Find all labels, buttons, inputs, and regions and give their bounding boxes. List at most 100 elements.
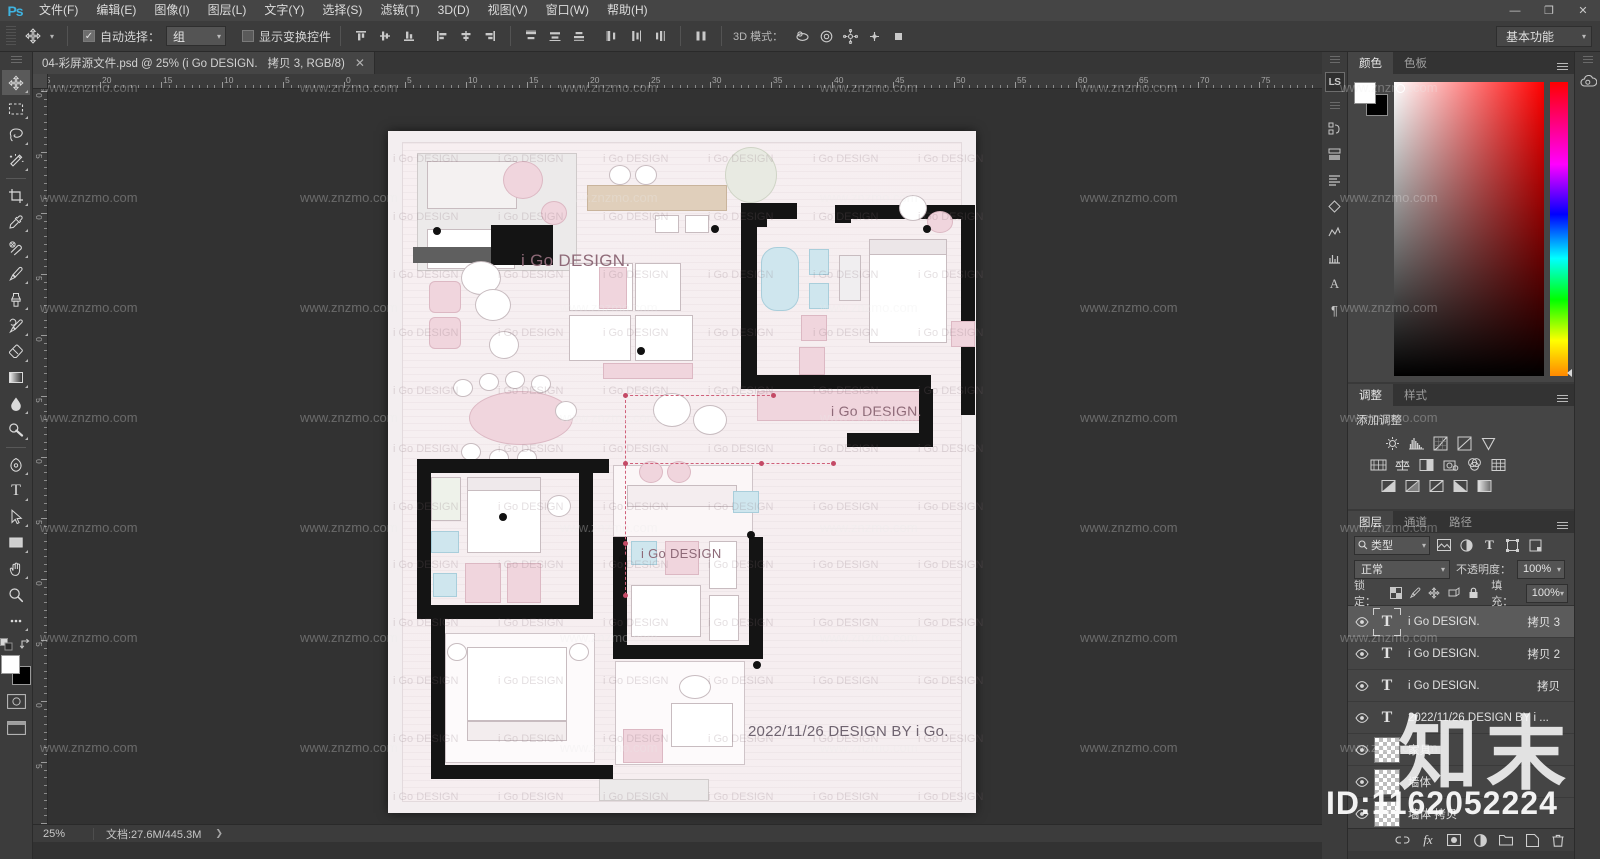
new-group-icon[interactable] (1498, 832, 1514, 848)
clone-stamp-tool[interactable] (2, 287, 30, 312)
adjustment-layer-icon[interactable] (1472, 832, 1488, 848)
document-viewport[interactable]: i Go DESIGN i Go DESIGN i Go DESIGN i Go DE… (48, 89, 1322, 824)
channel-mixer-icon[interactable] (1466, 457, 1483, 472)
canvas-design-text[interactable]: i Go DESIGN. (831, 403, 922, 419)
gradient-map-icon[interactable] (1452, 478, 1469, 493)
character-panel-icon[interactable]: A (1324, 272, 1346, 296)
levels-icon[interactable] (1408, 436, 1425, 451)
layer-visibility-icon[interactable] (1350, 638, 1374, 670)
layer-row[interactable]: Ti Go DESIGN. 拷贝 2 (1348, 638, 1574, 670)
menu-item-7[interactable]: 3D(D) (429, 0, 479, 21)
current-tool-icon[interactable] (20, 25, 46, 47)
tool-preset-caret-icon[interactable]: ▾ (46, 25, 58, 47)
navigator-panel-icon[interactable] (1324, 220, 1346, 244)
align-horizontal-centers-button[interactable] (455, 25, 477, 47)
menu-item-3[interactable]: 图层(L) (199, 0, 256, 21)
close-button[interactable]: ✕ (1566, 0, 1600, 21)
zoom-tool[interactable] (2, 582, 30, 607)
layer-visibility-icon[interactable] (1350, 798, 1374, 830)
hand-tool[interactable] (2, 556, 30, 581)
cc-rail-grip[interactable] (1582, 56, 1593, 64)
canvas-design-text[interactable]: 2022/11/26 DESIGN BY i Go. (748, 723, 949, 740)
distribute-top-edges-button[interactable] (520, 25, 542, 47)
align-right-edges-button[interactable] (479, 25, 501, 47)
eyedropper-tool[interactable] (2, 209, 30, 234)
auto-align-layers-button[interactable] (690, 25, 712, 47)
path-selection-tool[interactable] (2, 504, 30, 529)
menu-item-5[interactable]: 选择(S) (313, 0, 371, 21)
tab-styles[interactable]: 样式 (1393, 384, 1438, 406)
eraser-tool[interactable] (2, 339, 30, 364)
posterize-icon[interactable] (1404, 478, 1421, 493)
color-lookup-icon[interactable] (1490, 457, 1507, 472)
panel-menu-icon[interactable] (1555, 388, 1569, 402)
healing-brush-tool[interactable] (2, 235, 30, 260)
blur-tool[interactable] (2, 391, 30, 416)
link-layers-icon[interactable] (1394, 832, 1410, 848)
lock-image-icon[interactable] (1408, 585, 1422, 601)
gradient-tool[interactable] (2, 365, 30, 390)
history-panel-icon[interactable] (1324, 116, 1346, 140)
auto-select-checkbox[interactable]: ✓ (83, 30, 95, 42)
ruler-corner[interactable] (33, 74, 48, 89)
marquee-tool[interactable] (2, 96, 30, 121)
menu-item-0[interactable]: 文件(F) (30, 0, 87, 21)
vertical-ruler[interactable]: 0505050505050 (33, 89, 48, 824)
brush-tool[interactable] (2, 261, 30, 286)
horizontal-ruler[interactable]: 252015105051015202530354045505560657075 (33, 74, 1322, 89)
layer-visibility-icon[interactable] (1350, 766, 1374, 798)
smart-object-filter-icon[interactable] (1526, 536, 1545, 555)
move-tool[interactable] (2, 70, 30, 95)
menu-item-9[interactable]: 窗口(W) (537, 0, 598, 21)
layer-row[interactable]: 墙体 拷贝 (1348, 798, 1574, 830)
rotate-3d-icon[interactable] (791, 25, 813, 47)
adjustment-filter-icon[interactable] (1457, 536, 1476, 555)
slide-3d-icon[interactable] (863, 25, 885, 47)
layer-row[interactable]: T 2022/11/26 DESIGN BY i ... (1348, 702, 1574, 734)
align-top-edges-button[interactable] (350, 25, 372, 47)
color-balance-icon[interactable] (1394, 457, 1411, 472)
histogram-panel-icon[interactable] (1324, 246, 1346, 270)
rectangle-tool[interactable] (2, 530, 30, 555)
blend-mode-dropdown[interactable]: 正常 ▾ (1354, 559, 1450, 579)
more-tools-button[interactable] (2, 608, 30, 633)
libraries-icon[interactable]: LS (1324, 70, 1346, 94)
canvas-area[interactable]: 252015105051015202530354045505560657075 … (33, 74, 1322, 824)
maximize-button[interactable]: ❐ (1532, 0, 1566, 21)
brightness-contrast-icon[interactable] (1384, 436, 1401, 451)
close-icon[interactable]: ✕ (355, 56, 365, 70)
filter-type-dropdown[interactable]: 类型 ▾ (1354, 535, 1430, 555)
layer-row[interactable]: 家具 (1348, 734, 1574, 766)
type-tool[interactable]: T (2, 478, 30, 503)
new-layer-icon[interactable] (1524, 832, 1540, 848)
menu-item-6[interactable]: 滤镜(T) (371, 0, 428, 21)
curves-icon[interactable] (1432, 436, 1449, 451)
status-expand-icon[interactable]: ❯ (215, 828, 223, 839)
menu-item-1[interactable]: 编辑(E) (87, 0, 145, 21)
lock-position-icon[interactable] (1427, 585, 1441, 601)
pan-3d-icon[interactable] (839, 25, 861, 47)
creative-cloud-icon[interactable] (1577, 70, 1599, 94)
tab-channels[interactable]: 通道 (1393, 511, 1438, 533)
threshold-icon[interactable] (1428, 478, 1445, 493)
tab-paths[interactable]: 路径 (1438, 511, 1483, 533)
tab-layers[interactable]: 图层 (1348, 511, 1393, 533)
dodge-tool[interactable] (2, 417, 30, 442)
vibrance-icon[interactable] (1480, 436, 1497, 451)
hue-marker[interactable] (1567, 369, 1572, 377)
screen-mode-icon[interactable] (3, 717, 29, 739)
paragraph-styles-icon[interactable] (1324, 168, 1346, 192)
zoom-level[interactable]: 25% (33, 828, 93, 840)
lock-artboard-icon[interactable] (1447, 585, 1461, 601)
align-bottom-edges-button[interactable] (398, 25, 420, 47)
fill-input[interactable]: 100% ▾ (1525, 583, 1568, 603)
tab-adjustments[interactable]: 调整 (1348, 384, 1393, 406)
canvas-design-text[interactable]: i Go DESIGN (641, 546, 722, 561)
layer-row[interactable]: 墙体 (1348, 766, 1574, 798)
canvas-design-text[interactable]: i Go DESIGN. (521, 251, 630, 271)
shape-filter-icon[interactable] (1503, 536, 1522, 555)
color-panel-swatches[interactable] (1354, 82, 1388, 116)
color-swatches[interactable] (1, 655, 31, 685)
distribute-horizontal-centers-button[interactable] (625, 25, 647, 47)
menu-item-10[interactable]: 帮助(H) (598, 0, 657, 21)
